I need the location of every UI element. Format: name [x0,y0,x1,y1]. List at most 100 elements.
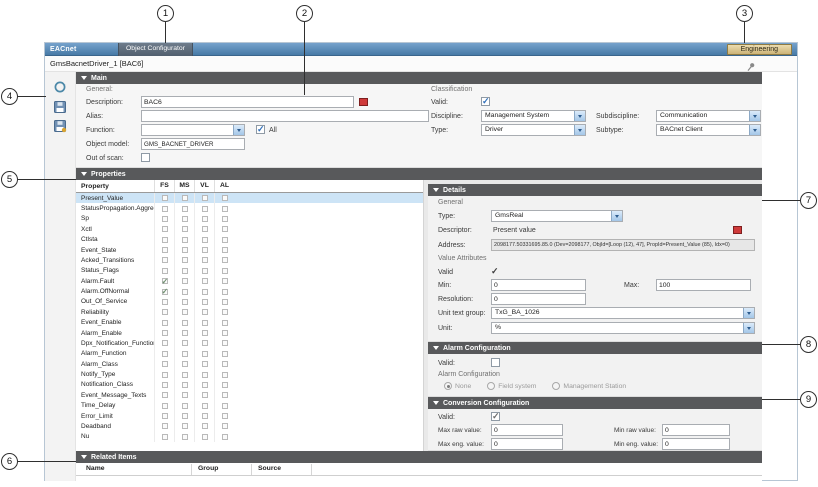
details-section-header[interactable]: Details [428,184,762,196]
subtype-dropdown[interactable]: BACnet Client [656,124,761,136]
vl-checkbox[interactable] [202,392,208,398]
property-row[interactable]: Alarm_Function [76,349,423,359]
property-row[interactable]: Alarm_Class [76,359,423,369]
fs-checkbox[interactable] [162,247,168,253]
fs-checkbox[interactable] [162,278,168,284]
language-flag-icon[interactable] [359,98,368,106]
ms-checkbox[interactable] [182,351,188,357]
column-vl[interactable]: VL [194,180,214,192]
vl-checkbox[interactable] [202,226,208,232]
property-row[interactable]: Alarm_Enable [76,328,423,338]
fs-checkbox[interactable] [162,361,168,367]
ms-checkbox[interactable] [182,216,188,222]
save-icon[interactable] [53,100,68,115]
fs-checkbox[interactable] [162,289,168,295]
vl-checkbox[interactable] [202,434,208,440]
al-checkbox[interactable] [222,299,228,305]
vl-checkbox[interactable] [202,372,208,378]
vl-checkbox[interactable] [202,195,208,201]
property-row[interactable]: Acked_Transitions [76,255,423,265]
al-checkbox[interactable] [222,330,228,336]
radio-field-system[interactable]: Field system [487,382,536,390]
property-row[interactable]: Alarm.Fault [76,276,423,286]
fs-checkbox[interactable] [162,351,168,357]
property-row[interactable]: Nu [76,432,423,442]
ms-checkbox[interactable] [182,392,188,398]
ms-checkbox[interactable] [182,257,188,263]
vl-checkbox[interactable] [202,278,208,284]
tab-object-configurator[interactable]: Object Configurator [118,43,193,56]
al-checkbox[interactable] [222,309,228,315]
column-fs[interactable]: FS [154,180,174,192]
main-section-header[interactable]: Main [76,72,762,84]
conversion-valid-checkbox[interactable] [491,412,500,421]
al-checkbox[interactable] [222,382,228,388]
column-name[interactable]: Name [86,465,105,472]
property-row[interactable]: Notification_Class [76,380,423,390]
vl-checkbox[interactable] [202,382,208,388]
ms-checkbox[interactable] [182,413,188,419]
ms-checkbox[interactable] [182,226,188,232]
property-row[interactable]: Present_Value [76,193,423,203]
property-row[interactable]: Sp [76,214,423,224]
al-checkbox[interactable] [222,423,228,429]
save-as-icon[interactable] [53,119,68,134]
al-checkbox[interactable] [222,278,228,284]
classification-valid-checkbox[interactable] [481,97,490,106]
related-items-section-header[interactable]: Related Items [76,451,762,463]
fs-checkbox[interactable] [162,340,168,346]
ms-checkbox[interactable] [182,361,188,367]
radio-management-station[interactable]: Management Station [552,382,626,390]
resolution-input[interactable] [491,293,586,305]
details-valid-check-icon[interactable]: ✓ [491,266,499,277]
type-dropdown[interactable]: Driver [481,124,586,136]
alarm-config-section-header[interactable]: Alarm Configuration [428,342,762,354]
property-row[interactable]: Out_Of_Service [76,297,423,307]
ms-checkbox[interactable] [182,268,188,274]
al-checkbox[interactable] [222,361,228,367]
vl-checkbox[interactable] [202,403,208,409]
property-row[interactable]: Deadband [76,421,423,431]
fs-checkbox[interactable] [162,434,168,440]
properties-section-header[interactable]: Properties [76,168,762,180]
ms-checkbox[interactable] [182,320,188,326]
discipline-dropdown[interactable]: Management System [481,110,586,122]
vl-checkbox[interactable] [202,320,208,326]
column-group[interactable]: Group [198,465,218,472]
radio-none[interactable]: None [444,382,471,390]
al-checkbox[interactable] [222,247,228,253]
max-eng-value-input[interactable] [491,438,563,450]
object-model-input[interactable] [141,138,245,150]
property-row[interactable]: Xctl [76,224,423,234]
fs-checkbox[interactable] [162,216,168,222]
al-checkbox[interactable] [222,403,228,409]
engineering-mode-button[interactable]: Engineering [727,44,792,55]
property-row[interactable]: Notify_Type [76,369,423,379]
vl-checkbox[interactable] [202,257,208,263]
pin-icon[interactable] [746,59,756,69]
unit-text-group-dropdown[interactable]: TxG_BA_1026 [491,307,755,319]
column-al[interactable]: AL [214,180,234,192]
ms-checkbox[interactable] [182,206,188,212]
vl-checkbox[interactable] [202,361,208,367]
ms-checkbox[interactable] [182,289,188,295]
vl-checkbox[interactable] [202,289,208,295]
max-raw-value-input[interactable] [491,424,563,436]
ms-checkbox[interactable] [182,299,188,305]
max-input[interactable] [656,279,751,291]
fs-checkbox[interactable] [162,372,168,378]
property-row[interactable]: Error_Limit [76,411,423,421]
column-source[interactable]: Source [258,465,281,472]
vl-checkbox[interactable] [202,216,208,222]
al-checkbox[interactable] [222,195,228,201]
al-checkbox[interactable] [222,226,228,232]
fs-checkbox[interactable] [162,403,168,409]
vl-checkbox[interactable] [202,330,208,336]
function-all-checkbox[interactable] [256,125,265,134]
al-checkbox[interactable] [222,340,228,346]
description-input[interactable] [141,96,354,108]
min-raw-value-input[interactable] [662,424,730,436]
property-row[interactable]: Ctlsta [76,235,423,245]
al-checkbox[interactable] [222,268,228,274]
fs-checkbox[interactable] [162,382,168,388]
